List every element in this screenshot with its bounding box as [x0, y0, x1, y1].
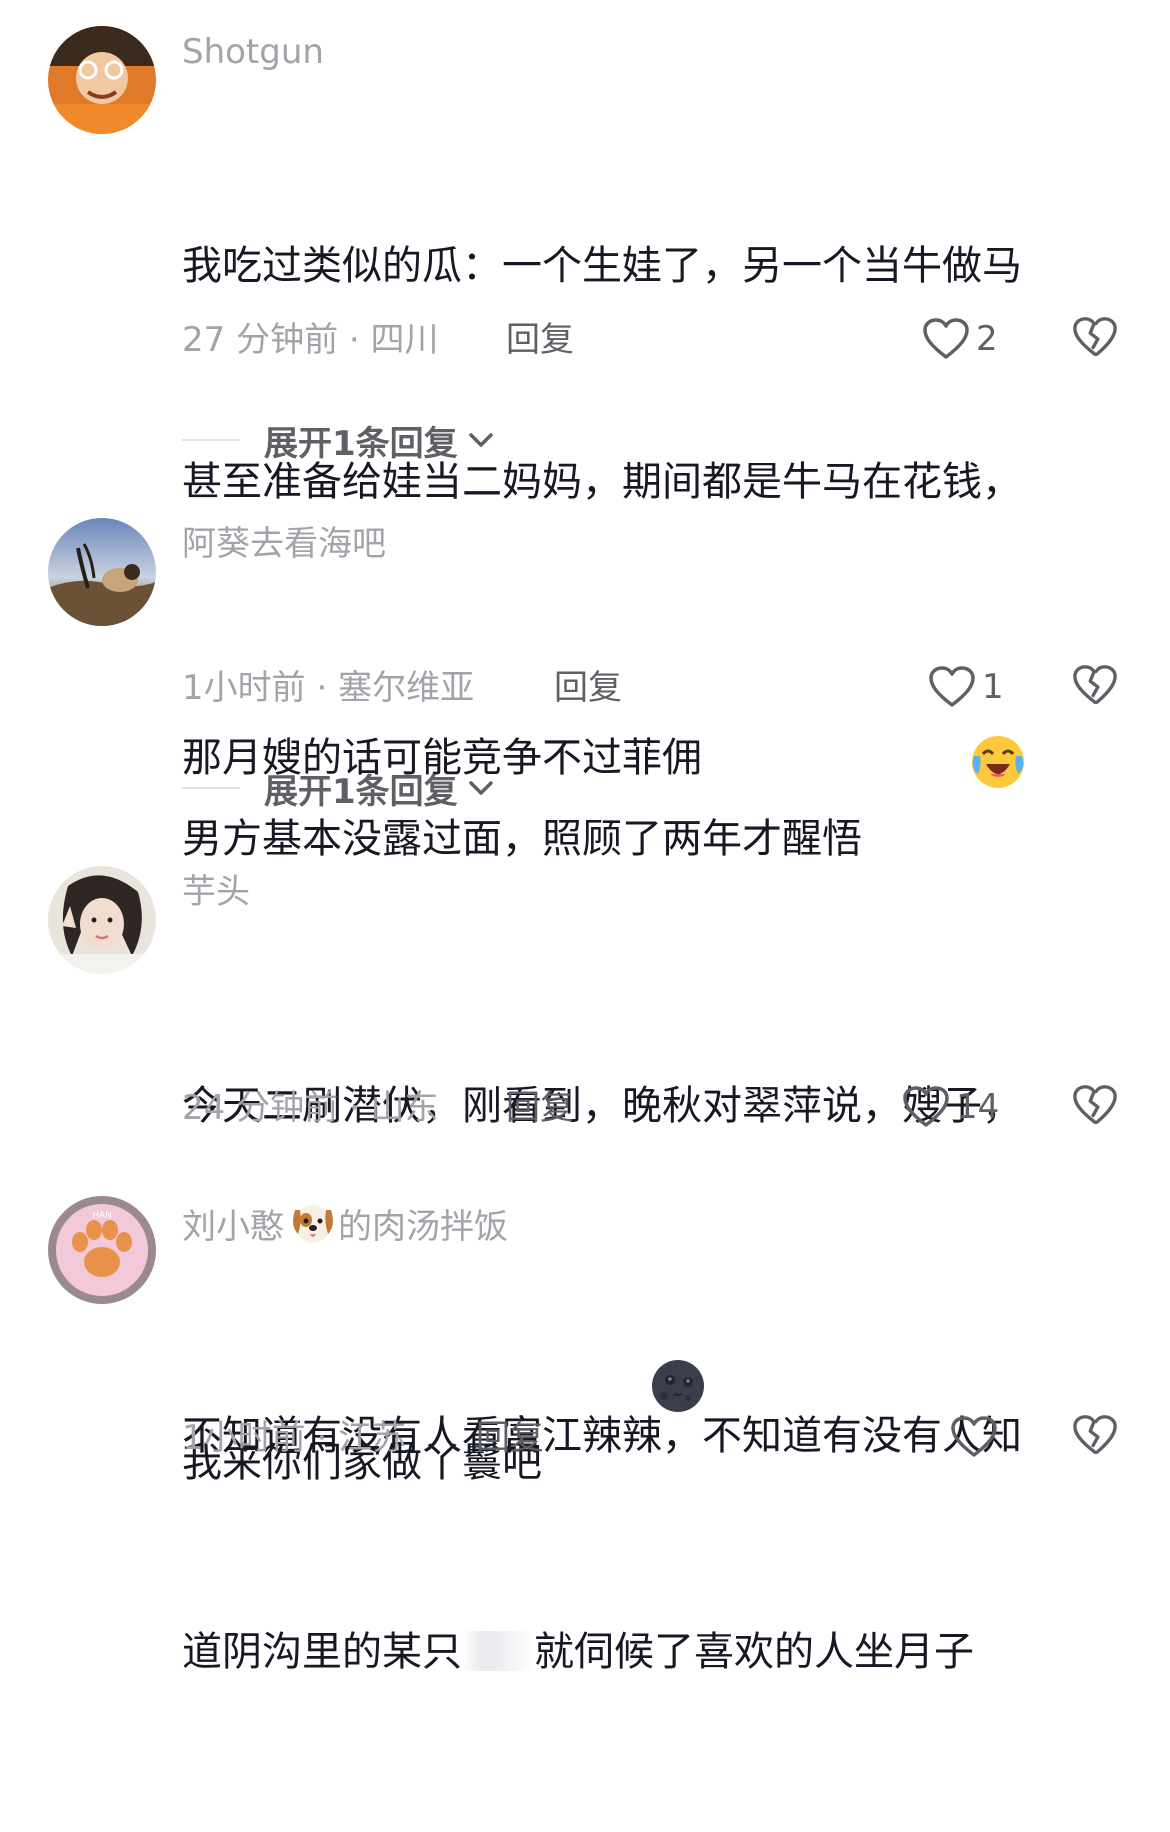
dislike-button[interactable]	[1072, 662, 1118, 708]
comment-text: 不知道有没有人看富江辣辣，不知道有没有人知 道阴沟里的某只 就伺候了喜欢的人坐月子	[182, 1256, 1122, 1832]
location: 江苏	[338, 1418, 407, 1458]
username-segment: 的肉汤拌饭	[338, 1207, 508, 1247]
dislike-button[interactable]	[1072, 314, 1118, 360]
avatar[interactable]	[48, 518, 156, 626]
broken-heart-icon	[1073, 665, 1117, 704]
location: 四川	[370, 320, 439, 360]
separator: ·	[316, 1418, 328, 1458]
reply-button[interactable]: 回复	[476, 1416, 544, 1460]
heart-outline-icon	[903, 1086, 949, 1127]
comment-text-line: 道阴沟里的某只 就伺候了喜欢的人坐月子	[182, 1616, 1122, 1688]
broken-heart-icon	[1073, 1085, 1117, 1124]
comment-text-segment: 道阴沟里的某只	[182, 1629, 462, 1675]
like-button[interactable]: 1	[928, 662, 1004, 712]
reply-button[interactable]: 回复	[506, 1086, 574, 1130]
heart-outline-icon	[929, 666, 975, 707]
comment-meta: 24 分钟前 · 山东	[182, 1086, 439, 1130]
separator: ·	[316, 668, 328, 708]
avatar[interactable]	[48, 866, 156, 974]
reply-button[interactable]: 回复	[554, 666, 622, 710]
comment-meta: 1小时前 · 江苏	[182, 1416, 406, 1460]
location: 塞尔维亚	[338, 668, 475, 708]
username[interactable]: 阿葵去看海吧	[182, 522, 386, 566]
like-count: 2	[976, 319, 998, 359]
expand-replies-button[interactable]: 展开1条回复	[182, 418, 496, 464]
broken-heart-icon	[1073, 1415, 1117, 1454]
timestamp: 24 分钟前	[182, 1088, 339, 1128]
timestamp: 27 分钟前	[182, 320, 339, 360]
like-button[interactable]: 2	[922, 314, 998, 364]
comment-meta: 27 分钟前 · 四川	[182, 318, 439, 362]
broken-heart-icon	[1073, 317, 1117, 356]
timestamp: 1小时前	[182, 668, 306, 708]
timestamp: 1小时前	[182, 1418, 306, 1458]
expand-replies-button[interactable]: 展开1条回复	[182, 766, 496, 812]
heart-outline-icon	[951, 1416, 997, 1457]
separator: ·	[348, 1088, 360, 1128]
avatar[interactable]	[48, 26, 156, 134]
username[interactable]: 刘小憨 的肉汤拌饭	[182, 1200, 508, 1257]
like-count: 1	[982, 667, 1004, 707]
username[interactable]: Shotgun	[182, 30, 324, 74]
like-button[interactable]: 14	[902, 1082, 999, 1132]
chevron-down-icon	[468, 781, 493, 795]
username[interactable]: 芋头	[182, 870, 250, 914]
masked-word	[462, 1631, 534, 1671]
divider	[182, 787, 240, 789]
expand-replies-label: 展开1条回复	[264, 771, 458, 812]
chevron-down-icon	[468, 433, 493, 447]
dislike-button[interactable]	[1072, 1412, 1118, 1458]
dog-face-emoji-icon	[288, 1200, 338, 1257]
divider	[182, 439, 240, 441]
comment-text: 那月嫂的话可能竞争不过菲佣	[182, 578, 1122, 938]
username-segment: 刘小憨	[182, 1207, 284, 1247]
location: 山东	[370, 1088, 439, 1128]
svg-text:HAN: HAN	[92, 1211, 112, 1221]
comment-text-segment: 就伺候了喜欢的人坐月子	[534, 1629, 974, 1675]
like-count: 14	[956, 1087, 1000, 1127]
like-button[interactable]	[950, 1412, 1004, 1462]
comment-meta: 1小时前 · 塞尔维亚	[182, 666, 474, 710]
avatar[interactable]: HAN	[48, 1196, 156, 1304]
comment-text-line: 我吃过类似的瓜：一个生娃了，另一个当牛做马	[182, 243, 1022, 289]
heart-outline-icon	[923, 318, 969, 359]
expand-replies-label: 展开1条回复	[264, 423, 458, 464]
dislike-button[interactable]	[1072, 1082, 1118, 1128]
separator: ·	[348, 320, 360, 360]
reply-button[interactable]: 回复	[506, 318, 574, 362]
